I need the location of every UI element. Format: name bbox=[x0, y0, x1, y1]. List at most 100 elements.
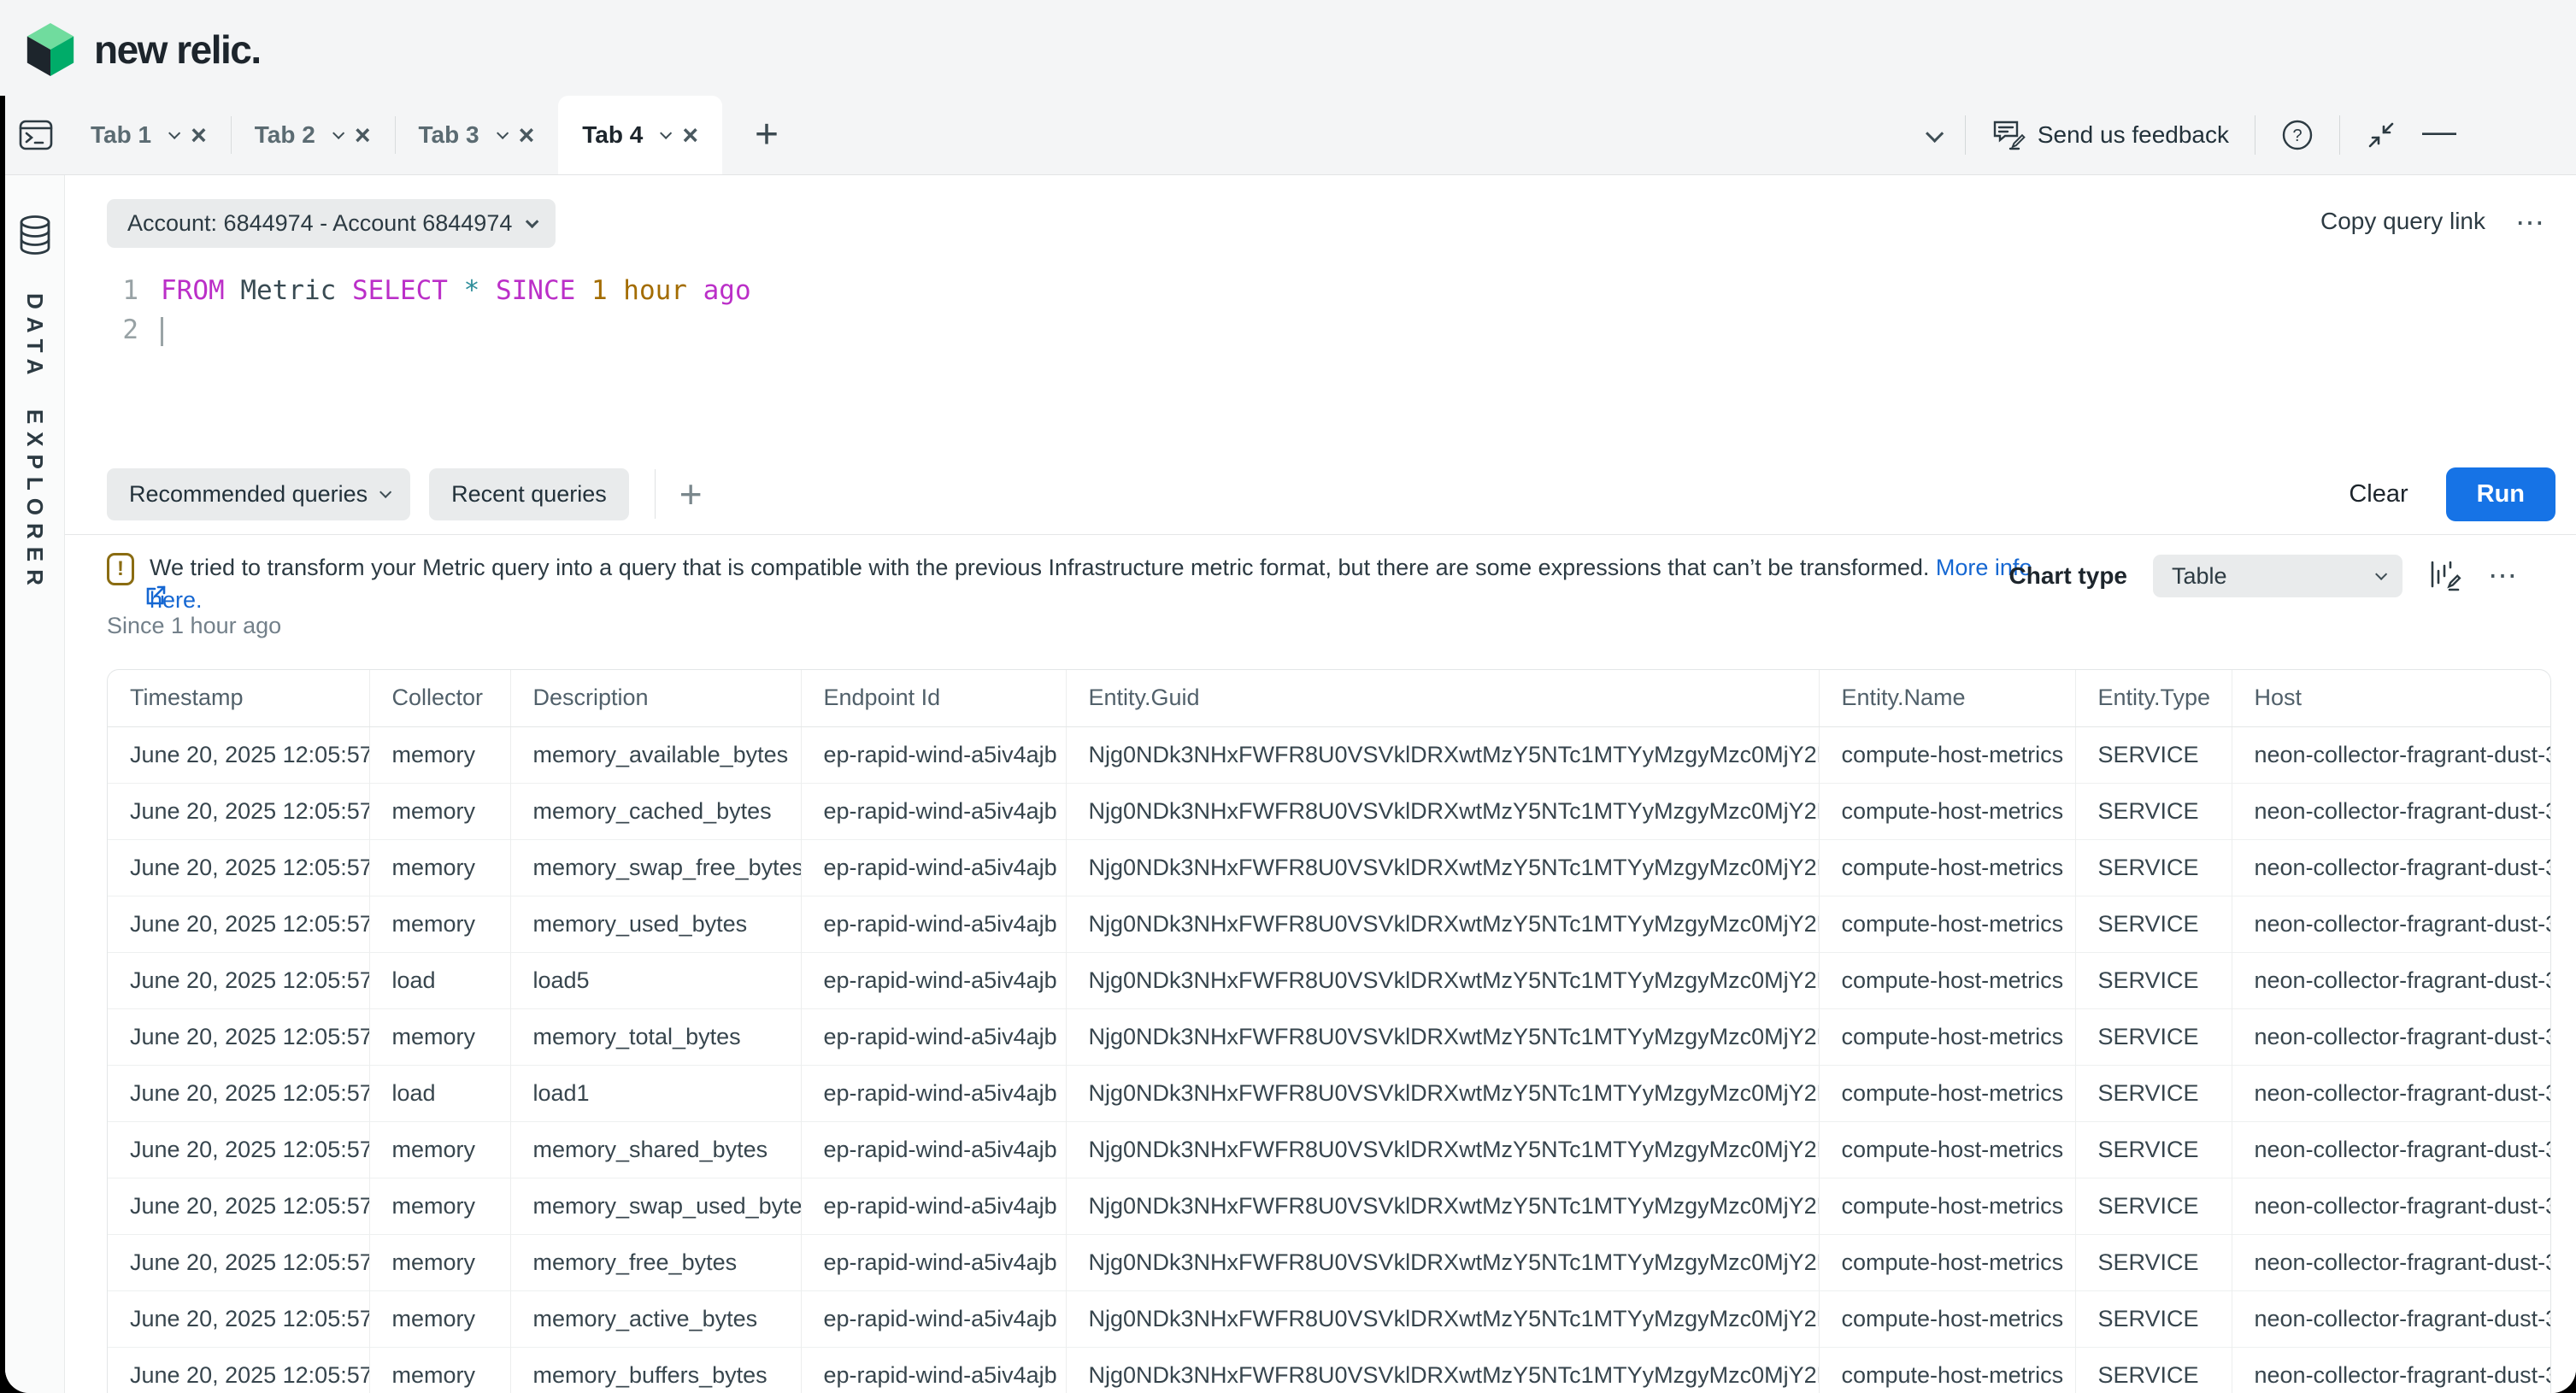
table-cell: memory bbox=[369, 1290, 510, 1347]
text-cursor bbox=[161, 317, 163, 346]
table-cell: memory_used_bytes bbox=[510, 896, 801, 952]
help-icon[interactable]: ? bbox=[2281, 119, 2314, 151]
table-cell: memory bbox=[369, 1178, 510, 1234]
table-cell: Njg0NDk3NHxFWFR8U0VSVklDRXwtMzY5NTc1MTYy… bbox=[1066, 1121, 1819, 1178]
query-token bbox=[479, 275, 496, 306]
table-cell: SERVICE bbox=[2075, 1065, 2232, 1121]
query-console-icon[interactable] bbox=[5, 96, 67, 174]
results-menu-dots[interactable]: ⋯ bbox=[2488, 559, 2520, 593]
tab-close-icon[interactable]: × bbox=[682, 121, 698, 149]
table-cell: neon-collector-fragrant-dust-3 bbox=[2232, 1290, 2550, 1347]
table-cell: June 20, 2025 12:05:57 bbox=[108, 1178, 369, 1234]
clear-button[interactable]: Clear bbox=[2349, 480, 2408, 508]
table-cell: compute-host-metrics bbox=[1819, 726, 2075, 783]
table-cell: SERVICE bbox=[2075, 1121, 2232, 1178]
table-cell: compute-host-metrics bbox=[1819, 783, 2075, 839]
recommended-queries-button[interactable]: Recommended queries bbox=[107, 468, 410, 520]
editor-line-1[interactable]: 1 FROM Metric SELECT * SINCE 1 hour ago bbox=[103, 271, 2535, 310]
column-header[interactable]: Endpoint Id bbox=[801, 670, 1066, 726]
column-header[interactable]: Host bbox=[2232, 670, 2550, 726]
tab-4[interactable]: Tab 4× bbox=[558, 96, 722, 174]
tab-close-icon[interactable]: × bbox=[355, 121, 371, 149]
table-cell: ep-rapid-wind-a5iv4ajb bbox=[801, 1065, 1066, 1121]
tab-3[interactable]: Tab 3× bbox=[395, 96, 559, 174]
table-cell: compute-host-metrics bbox=[1819, 1178, 2075, 1234]
table-row: June 20, 2025 12:05:57memorymemory_cache… bbox=[108, 783, 2550, 839]
table-cell: memory bbox=[369, 726, 510, 783]
column-header[interactable]: Entity.Guid bbox=[1066, 670, 1819, 726]
add-tab-button[interactable]: + bbox=[755, 115, 779, 156]
column-header[interactable]: Entity.Name bbox=[1819, 670, 2075, 726]
table-cell: June 20, 2025 12:05:57 bbox=[108, 952, 369, 1008]
table-cell: June 20, 2025 12:05:57 bbox=[108, 896, 369, 952]
table-cell: ep-rapid-wind-a5iv4ajb bbox=[801, 1121, 1066, 1178]
account-selector[interactable]: Account: 6844974 - Account 6844974 bbox=[107, 199, 556, 248]
column-header[interactable]: Timestamp bbox=[108, 670, 369, 726]
database-icon[interactable] bbox=[17, 215, 53, 256]
tab-chevron-icon[interactable] bbox=[497, 127, 509, 139]
table-cell: neon-collector-fragrant-dust-3 bbox=[2232, 726, 2550, 783]
tab-label: Tab 2 bbox=[255, 121, 315, 149]
table-cell: neon-collector-fragrant-dust-3 bbox=[2232, 1065, 2550, 1121]
query-token bbox=[336, 275, 352, 306]
table-cell: Njg0NDk3NHxFWFR8U0VSVklDRXwtMzY5NTc1MTYy… bbox=[1066, 839, 1819, 896]
edit-chart-icon[interactable] bbox=[2428, 559, 2462, 593]
tab-chevron-icon[interactable] bbox=[660, 127, 672, 139]
table-cell: neon-collector-fragrant-dust-3 bbox=[2232, 783, 2550, 839]
copy-query-link-button[interactable]: Copy query link bbox=[2320, 208, 2485, 235]
divider bbox=[2339, 115, 2340, 155]
table-cell: Njg0NDk3NHxFWFR8U0VSVklDRXwtMzY5NTc1MTYy… bbox=[1066, 896, 1819, 952]
divider bbox=[1965, 115, 1966, 155]
divider bbox=[655, 469, 656, 519]
tabs-container: Tab 1×Tab 2×Tab 3×Tab 4× bbox=[67, 96, 722, 174]
column-header[interactable]: Description bbox=[510, 670, 801, 726]
chevron-down-icon[interactable] bbox=[1926, 124, 1944, 142]
external-link-icon[interactable] bbox=[144, 584, 168, 612]
transform-warning: ! We tried to transform your Metric quer… bbox=[107, 551, 2063, 616]
table-cell: memory_shared_bytes bbox=[510, 1121, 801, 1178]
table-cell: SERVICE bbox=[2075, 896, 2232, 952]
column-header[interactable]: Collector bbox=[369, 670, 510, 726]
add-query-button[interactable]: + bbox=[679, 471, 703, 517]
tab-1[interactable]: Tab 1× bbox=[67, 96, 231, 174]
line-number: 2 bbox=[103, 310, 138, 350]
table-cell: compute-host-metrics bbox=[1819, 1008, 2075, 1065]
tab-close-icon[interactable]: × bbox=[519, 121, 535, 149]
tab-close-icon[interactable]: × bbox=[191, 121, 207, 149]
chevron-down-icon bbox=[2375, 568, 2387, 580]
minimize-icon[interactable]: — bbox=[2422, 132, 2456, 138]
recent-queries-label: Recent queries bbox=[451, 481, 607, 508]
tab-chevron-icon[interactable] bbox=[332, 127, 344, 139]
tab-chevron-icon[interactable] bbox=[168, 127, 180, 139]
send-feedback-label: Send us feedback bbox=[2038, 121, 2229, 149]
query-token bbox=[687, 275, 703, 306]
query-menu-dots[interactable]: ⋯ bbox=[2515, 206, 2547, 240]
table-cell: ep-rapid-wind-a5iv4ajb bbox=[801, 1178, 1066, 1234]
table-cell: memory bbox=[369, 783, 510, 839]
table-cell: June 20, 2025 12:05:57 bbox=[108, 1347, 369, 1393]
table-cell: ep-rapid-wind-a5iv4ajb bbox=[801, 1290, 1066, 1347]
table-cell: memory_active_bytes bbox=[510, 1290, 801, 1347]
query-token: SINCE bbox=[496, 275, 575, 306]
collapse-icon[interactable] bbox=[2366, 120, 2397, 150]
table-cell: ep-rapid-wind-a5iv4ajb bbox=[801, 1347, 1066, 1393]
sidebar-label: DATA EXPLORER bbox=[21, 293, 48, 593]
nrql-query-editor[interactable]: 1 FROM Metric SELECT * SINCE 1 hour ago … bbox=[103, 271, 2535, 350]
table-cell: ep-rapid-wind-a5iv4ajb bbox=[801, 726, 1066, 783]
account-selector-label: Account: 6844974 - Account 6844974 bbox=[127, 210, 512, 237]
chart-type-select[interactable]: Table bbox=[2153, 555, 2403, 597]
query-token: 1 hour bbox=[591, 275, 687, 306]
app-window: Tab 1×Tab 2×Tab 3×Tab 4× + Send us feedb… bbox=[5, 96, 2576, 1393]
send-feedback-button[interactable]: Send us feedback bbox=[1991, 119, 2229, 151]
editor-line-2[interactable]: 2 bbox=[103, 310, 2535, 350]
query-tab-bar: Tab 1×Tab 2×Tab 3×Tab 4× + Send us feedb… bbox=[5, 96, 2576, 175]
table-cell: load1 bbox=[510, 1065, 801, 1121]
table-cell: June 20, 2025 12:05:57 bbox=[108, 839, 369, 896]
recent-queries-button[interactable]: Recent queries bbox=[429, 468, 629, 520]
chart-type-label: Chart type bbox=[2009, 562, 2127, 590]
table-cell: SERVICE bbox=[2075, 783, 2232, 839]
run-button[interactable]: Run bbox=[2446, 467, 2555, 521]
tab-2[interactable]: Tab 2 × bbox=[231, 96, 395, 174]
column-header[interactable]: Entity.Type bbox=[2075, 670, 2232, 726]
query-text[interactable]: FROM Metric SELECT * SINCE 1 hour ago bbox=[161, 271, 751, 310]
